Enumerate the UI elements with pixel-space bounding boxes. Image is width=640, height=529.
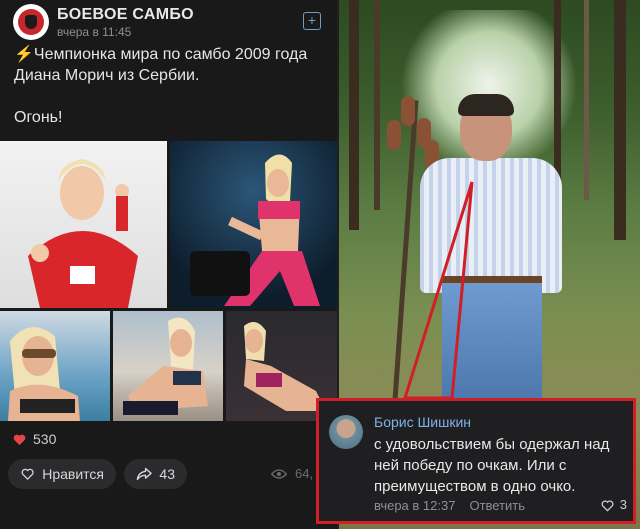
comment-likes-count: 3 [619,497,627,512]
commenter-name[interactable]: Борис Шишкин [374,414,471,430]
comment-card: Борис Шишкин с удовольствием бы одержал … [316,398,636,524]
comment-like-button[interactable]: 3 [600,497,627,512]
comment-time: вчера в 12:37 [374,498,456,513]
reply-button[interactable]: Ответить [469,498,525,513]
comment-text: с удовольствием бы одержал над ней побед… [374,436,610,495]
heart-outline-icon [601,499,614,512]
commenter-avatar[interactable] [329,415,363,449]
comment-meta: вчера в 12:37 Ответить [374,498,525,513]
